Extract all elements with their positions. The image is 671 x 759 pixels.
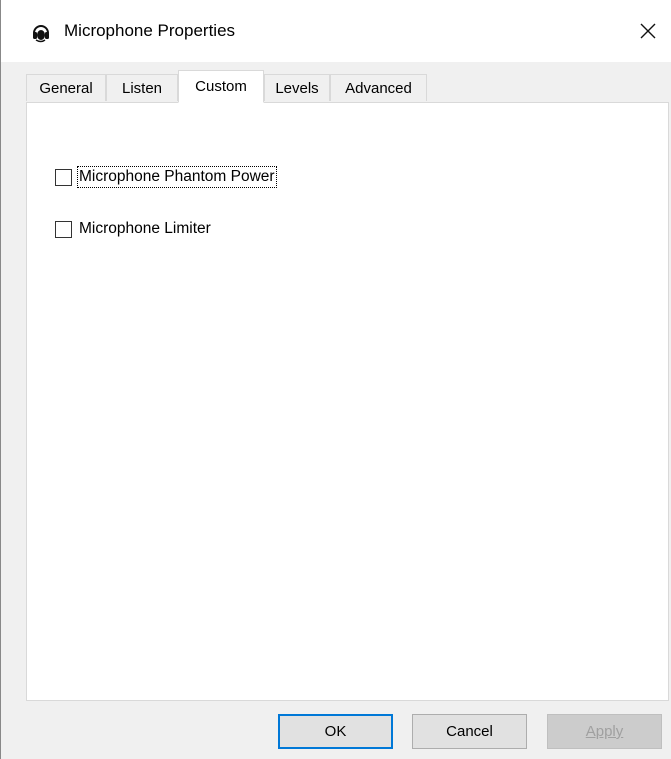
- phantom-power-checkbox[interactable]: [55, 168, 72, 186]
- tab-custom[interactable]: Custom: [178, 70, 264, 103]
- cancel-button[interactable]: Cancel: [412, 714, 527, 749]
- apply-button[interactable]: Apply: [547, 714, 662, 749]
- phantom-power-label[interactable]: Microphone Phantom Power: [77, 166, 277, 188]
- tab-general[interactable]: General: [26, 74, 106, 101]
- close-icon: [640, 23, 656, 39]
- window-title: Microphone Properties: [64, 21, 236, 40]
- limiter-label[interactable]: Microphone Limiter: [78, 219, 212, 239]
- limiter-checkbox[interactable]: [55, 220, 72, 238]
- custom-tab-panel: Microphone Phantom Power Microphone Limi…: [26, 102, 669, 701]
- tab-listen[interactable]: Listen: [106, 74, 178, 101]
- ok-button[interactable]: OK: [278, 714, 393, 749]
- apply-label: Apply: [585, 723, 624, 740]
- tab-levels[interactable]: Levels: [264, 74, 330, 101]
- tab-advanced[interactable]: Advanced: [330, 74, 427, 101]
- dialog-window: Microphone Properties General Listen Cus…: [0, 0, 671, 759]
- limiter-option[interactable]: Microphone Limiter: [55, 219, 212, 239]
- title-bar: Microphone Properties: [1, 0, 671, 62]
- close-button[interactable]: [625, 0, 671, 62]
- phantom-power-option[interactable]: Microphone Phantom Power: [55, 166, 277, 188]
- microphone-headset-icon: [31, 23, 51, 43]
